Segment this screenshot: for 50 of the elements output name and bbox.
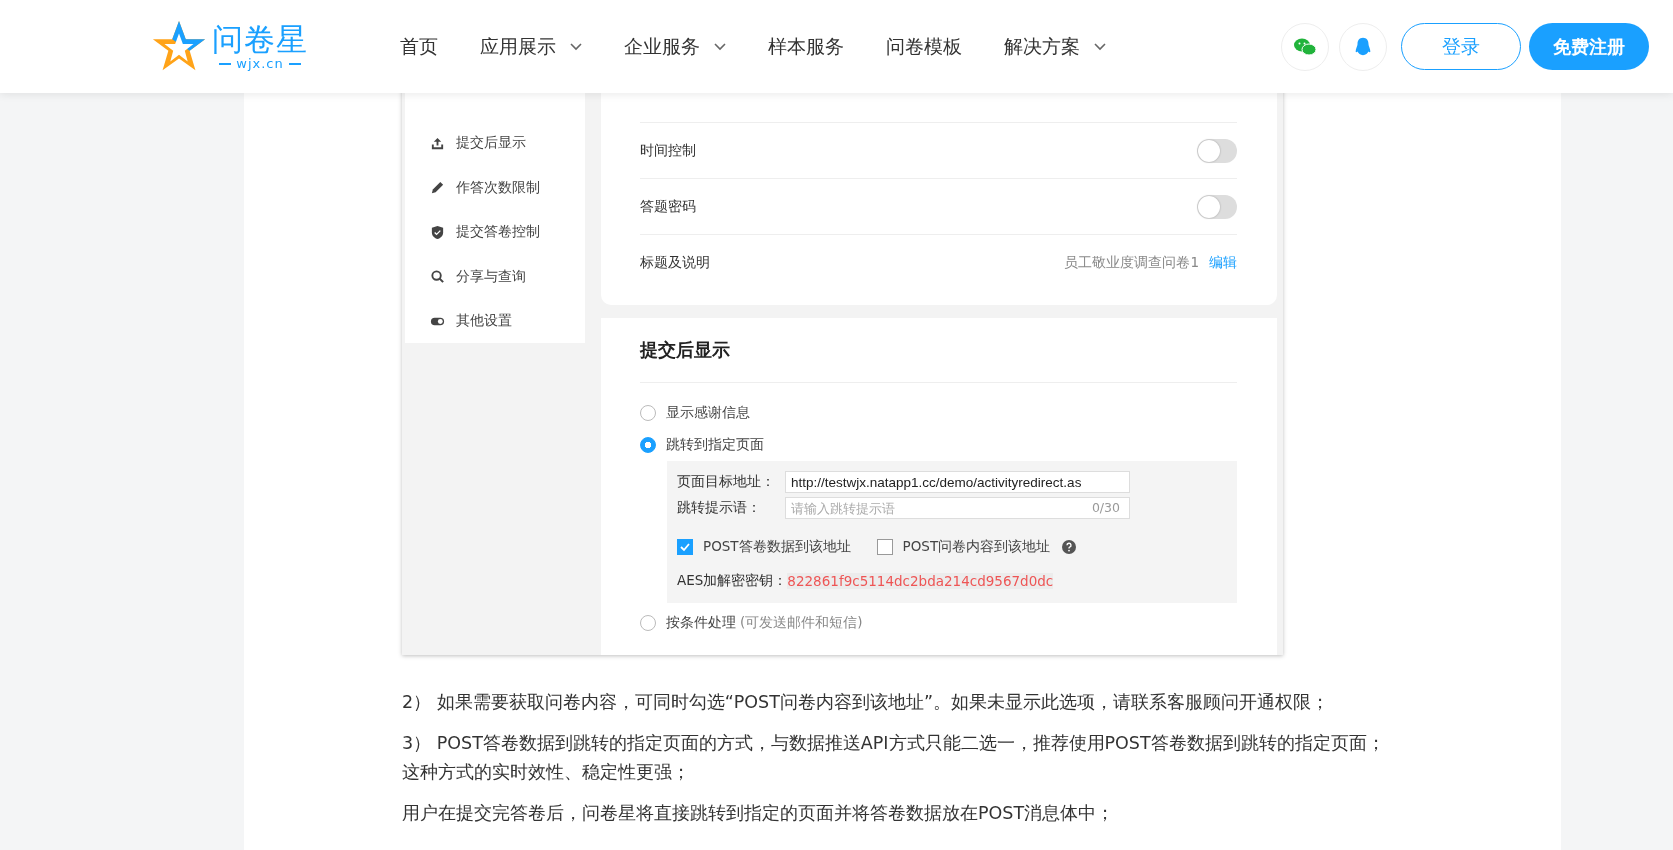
setting-label: 标题及说明 xyxy=(640,253,710,272)
search-icon xyxy=(430,269,445,285)
setting-value: 员工敬业度调查问卷1 xyxy=(1064,253,1199,272)
radio-button[interactable] xyxy=(640,615,656,631)
help-icon[interactable] xyxy=(1062,540,1077,554)
option-label: 按条件处理 xyxy=(666,614,736,632)
article-paragraph: 2） 如果需要获取问卷内容，可同时勾选“POST问卷内容到该地址”。如果未显示此选项，请联系客服顾问开通权限； xyxy=(402,691,1330,714)
nav-link[interactable]: 问卷模板 xyxy=(886,33,962,60)
penguin-icon[interactable] xyxy=(1339,22,1387,71)
sidebar-item[interactable]: 提交后显示 xyxy=(456,134,526,153)
sidebar-item[interactable]: 提交答卷控制 xyxy=(456,223,540,242)
nav-link[interactable]: 首页 xyxy=(400,33,438,60)
option-note: (可发送邮件和短信) xyxy=(740,614,863,632)
checkbox-label: POST答卷数据到该地址 xyxy=(703,538,851,556)
chevron-down-icon xyxy=(1094,42,1106,51)
nav-link[interactable]: 样本服务 xyxy=(768,33,844,60)
logo-name: 问卷星 xyxy=(212,22,308,56)
chat-bubbles-icon[interactable] xyxy=(1281,22,1329,71)
shield-icon xyxy=(430,224,445,240)
article-paragraph: 3） POST答卷数据到跳转的指定页面的方式，与数据推送API方式只能二选一，推荐使用POST答卷数据到跳转的指定页面；这种方式的实时效性、稳定性更强； xyxy=(402,732,1386,784)
field-label: 跳转提示语： xyxy=(677,499,762,517)
chevron-down-icon xyxy=(714,42,726,51)
toggle-switch[interactable] xyxy=(1197,138,1237,163)
nav-link[interactable]: 解决方案 xyxy=(1004,33,1106,60)
nav-link[interactable]: 应用展示 xyxy=(480,33,582,60)
sidebar-item[interactable]: 其他设置 xyxy=(456,312,512,331)
setting-label: 答题密码 xyxy=(640,197,696,216)
pencil-icon xyxy=(430,180,445,196)
chevron-down-icon xyxy=(570,42,582,51)
sidebar-item[interactable]: 分享与查询 xyxy=(456,267,526,286)
nav-link[interactable]: 企业服务 xyxy=(624,33,726,60)
toggle-switch[interactable] xyxy=(1197,194,1237,219)
sidebar-item[interactable]: 作答次数限制 xyxy=(456,178,540,197)
radio-button[interactable] xyxy=(640,437,656,453)
option-label: 显示感谢信息 xyxy=(666,404,750,422)
setting-label: 时间控制 xyxy=(640,141,696,160)
checkbox-label: POST问卷内容到该地址 xyxy=(902,538,1051,556)
upload-icon xyxy=(430,135,445,151)
section-heading: 提交后显示 xyxy=(640,318,1237,383)
encryption-key: 822861f9c5114dc2bda214cd9567d0dc xyxy=(787,573,1054,589)
radio-button[interactable] xyxy=(640,405,656,421)
option-label: 跳转到指定页面 xyxy=(666,436,764,454)
url-field[interactable]: http://testwjx.natapp1.cc/demo/activityredirect.as xyxy=(785,471,1130,493)
field-label: 页面目标地址： xyxy=(677,473,776,491)
article-paragraph: 用户在提交完答卷后，问卷星将直接跳转到指定的页面并将答卷数据放在POST消息体中； xyxy=(402,802,1116,825)
logo-domain: wjx.cn xyxy=(236,56,284,71)
character-count: 0/30 xyxy=(1091,500,1120,515)
field-label: AES加解密密钥： xyxy=(677,572,788,590)
checkbox[interactable] xyxy=(677,539,693,555)
checkbox[interactable] xyxy=(876,539,893,555)
